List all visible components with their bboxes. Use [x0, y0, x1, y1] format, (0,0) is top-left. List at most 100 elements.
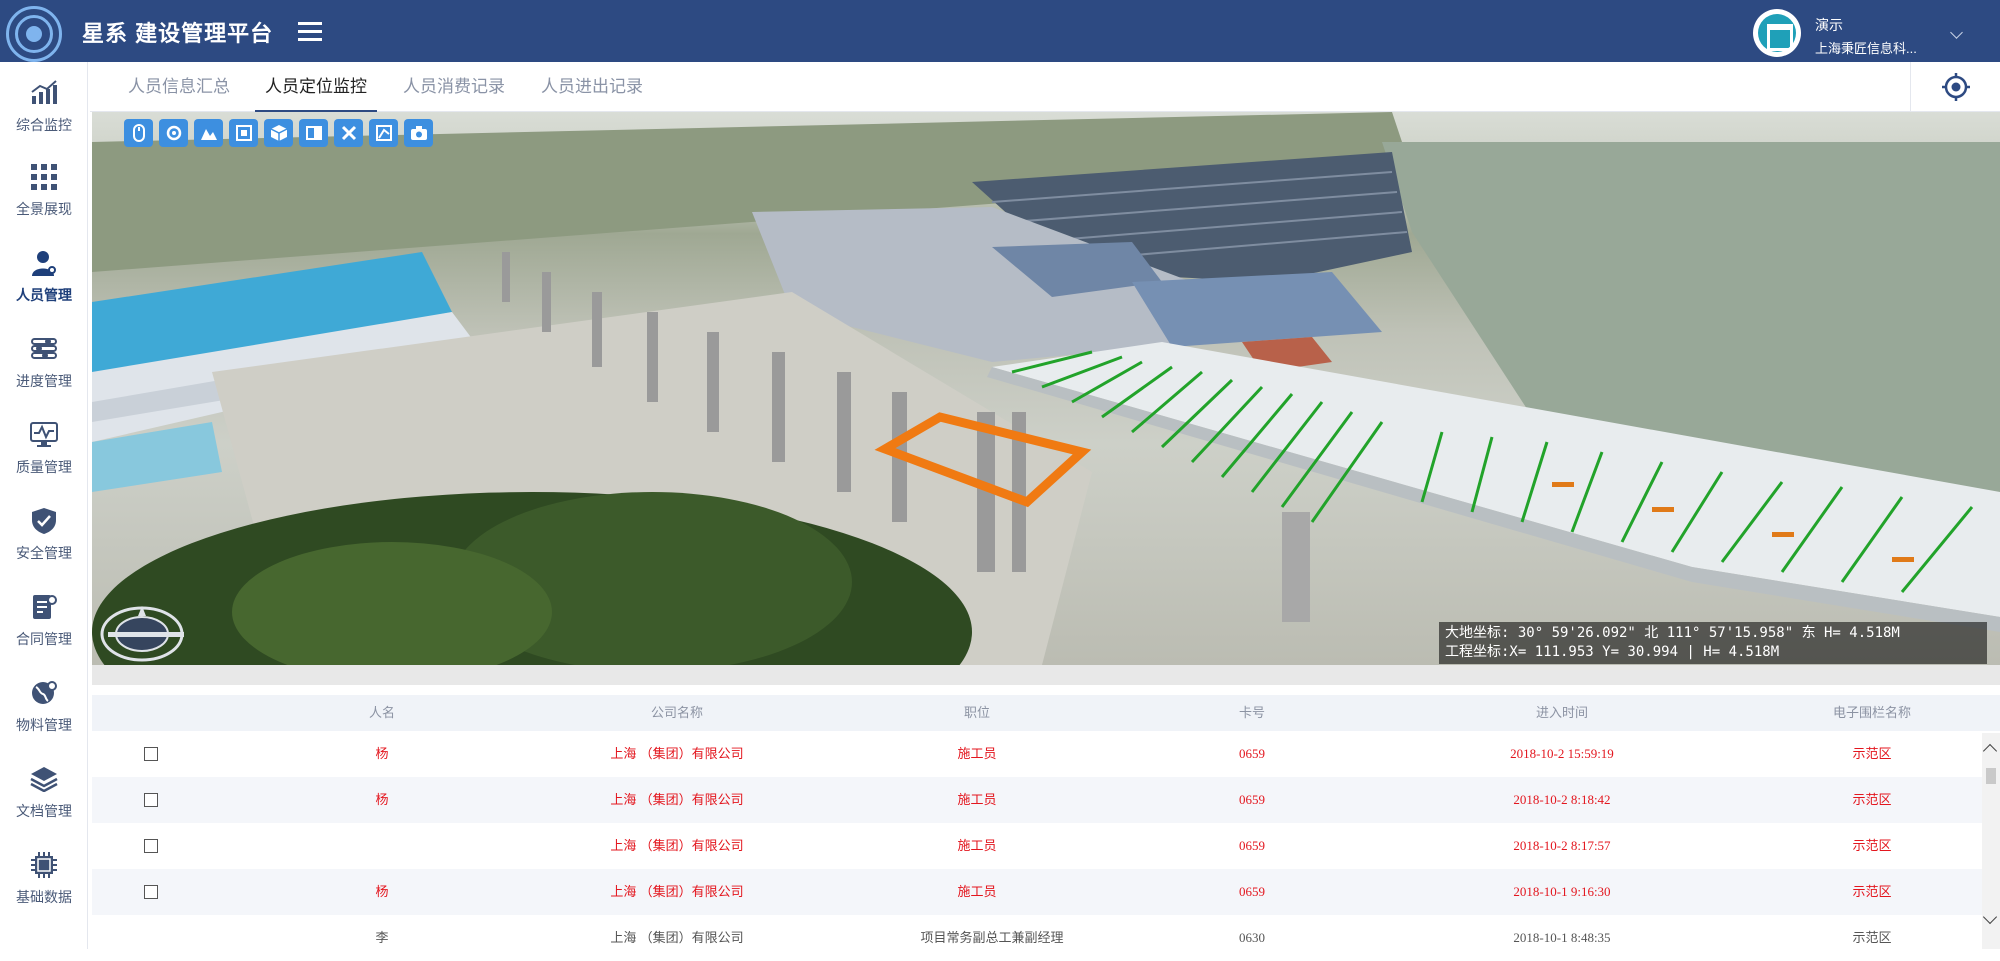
coordinate-readout: 大地坐标: 30° 59'26.092" 北 111° 57'15.958" 东… [1439, 622, 1987, 664]
tab-bar: 人员信息汇总 人员定位监控 人员消费记录 人员进出记录 [90, 62, 2000, 112]
shield-icon [29, 506, 59, 536]
sidebar-item-progress[interactable]: 进度管理 [0, 320, 88, 404]
cube-icon[interactable] [264, 119, 293, 147]
table-row[interactable]: 上海 （集团）有限公司 施工员 0659 2018-10-2 8:17:57 示… [92, 823, 1982, 869]
person-icon [29, 248, 59, 278]
tab-consumption-records[interactable]: 人员消费记录 [403, 62, 505, 112]
avatar[interactable] [1753, 9, 1801, 57]
cell-name: 杨 [375, 792, 389, 807]
column-header-company[interactable]: 公司名称 [592, 695, 762, 731]
viewport-toolbar [124, 119, 433, 147]
mouse-icon[interactable] [124, 119, 153, 147]
cell-position: 施工员 [957, 884, 997, 899]
menu-toggle-icon[interactable] [298, 22, 322, 42]
table-row[interactable]: 李 上海 （集团）有限公司 项目常务副总工兼副经理 0630 2018-10-1… [92, 915, 1982, 961]
user-name[interactable]: 演示 [1815, 15, 1843, 35]
panel-divider [92, 665, 2000, 685]
close-x-icon[interactable] [334, 119, 363, 147]
globe-icon [29, 678, 59, 708]
terrain-icon[interactable] [194, 119, 223, 147]
app-logo [6, 6, 62, 62]
cell-entry-time: 2018-10-2 8:18:42 [1513, 792, 1611, 807]
scroll-thumb[interactable] [1986, 768, 1996, 784]
map-3d-viewport[interactable]: 大地坐标: 30° 59'26.092" 北 111° 57'15.958" 东… [92, 112, 2000, 665]
column-header-position[interactable]: 职位 [902, 695, 1052, 731]
monitor-icon [29, 420, 59, 450]
column-header-fence[interactable]: 电子围栏名称 [1792, 695, 1952, 731]
measure-icon[interactable] [369, 119, 398, 147]
layers-icon [29, 764, 59, 794]
tab-personnel-summary[interactable]: 人员信息汇总 [128, 62, 230, 112]
cell-company: 上海 （集团）有限公司 [610, 930, 744, 945]
column-header-entry-time[interactable]: 进入时间 [1482, 695, 1642, 731]
document-icon [29, 592, 59, 622]
tab-access-records[interactable]: 人员进出记录 [541, 62, 643, 112]
cell-card: 0659 [1239, 884, 1265, 899]
table-row[interactable]: 杨 上海 （集团）有限公司 施工员 0659 2018-10-1 9:16:30… [92, 869, 1982, 915]
compass-icon[interactable] [98, 602, 194, 662]
sidebar: 综合监控 全景展现 人员管理 进度管理 质量管理 安全管理 合同管理 物料管理 … [0, 62, 88, 949]
cell-name: 李 [375, 930, 389, 945]
aerial-scene [92, 112, 2000, 665]
split-icon[interactable] [299, 119, 328, 147]
tab-location-monitor[interactable]: 人员定位监控 [255, 62, 377, 112]
cell-entry-time: 2018-10-1 9:16:30 [1513, 884, 1611, 899]
cell-card: 0659 [1239, 792, 1265, 807]
chart-icon [29, 78, 59, 108]
user-org[interactable]: 上海秉匠信息科... [1815, 38, 1917, 57]
cell-position: 施工员 [957, 838, 997, 853]
cell-fence: 示范区 [1852, 838, 1892, 853]
cell-fence: 示范区 [1852, 930, 1892, 945]
row-checkbox[interactable] [144, 793, 158, 807]
cell-fence: 示范区 [1852, 746, 1892, 761]
cell-position: 施工员 [957, 792, 997, 807]
sidebar-item-panorama[interactable]: 全景展现 [0, 148, 88, 232]
chip-icon [29, 850, 59, 880]
cell-entry-time: 2018-10-2 15:59:19 [1510, 746, 1614, 761]
cell-card: 0659 [1239, 746, 1265, 761]
geo-coordinates: 大地坐标: 30° 59'26.092" 北 111° 57'15.958" 东… [1445, 625, 1900, 641]
target-icon [1941, 73, 1970, 101]
cell-company: 上海 （集团）有限公司 [610, 884, 744, 899]
cell-card: 0659 [1239, 838, 1265, 853]
cell-name: 杨 [375, 746, 389, 761]
top-bar: 星系 建设管理平台 演示 上海秉匠信息科... [0, 0, 2000, 62]
cell-company: 上海 （集团）有限公司 [610, 838, 744, 853]
cell-position: 项目常务副总工兼副经理 [920, 930, 1064, 945]
sidebar-item-personnel[interactable]: 人员管理 [0, 234, 88, 318]
cell-entry-time: 2018-10-1 8:48:35 [1513, 930, 1611, 945]
table-header: 人名 公司名称 职位 卡号 进入时间 电子围栏名称 [92, 695, 2000, 731]
sidebar-item-documents[interactable]: 文档管理 [0, 750, 88, 834]
cell-company: 上海 （集团）有限公司 [610, 792, 744, 807]
rotate-icon[interactable] [159, 119, 188, 147]
cell-fence: 示范区 [1852, 884, 1892, 899]
sidebar-item-contract[interactable]: 合同管理 [0, 578, 88, 662]
cell-position: 施工员 [957, 746, 997, 761]
table-row[interactable]: 杨 上海 （集团）有限公司 施工员 0659 2018-10-2 8:18:42… [92, 777, 1982, 823]
sidebar-item-safety[interactable]: 安全管理 [0, 492, 88, 576]
cell-company: 上海 （集团）有限公司 [610, 746, 744, 761]
camera-icon[interactable] [404, 119, 433, 147]
cell-name [312, 823, 452, 869]
engineering-coordinates: 工程坐标:X= 111.953 Y= 30.994 | H= 4.518M [1445, 644, 1780, 660]
row-checkbox[interactable] [144, 839, 158, 853]
row-checkbox[interactable] [144, 747, 158, 761]
sidebar-item-overview[interactable]: 综合监控 [0, 64, 88, 148]
sidebar-item-quality[interactable]: 质量管理 [0, 406, 88, 490]
chevron-down-icon[interactable] [1950, 26, 1963, 39]
locate-button[interactable] [1910, 62, 2000, 112]
column-header-card[interactable]: 卡号 [1192, 695, 1312, 731]
table-row[interactable]: 杨 上海 （集团）有限公司 施工员 0659 2018-10-2 15:59:1… [92, 731, 1982, 777]
cell-fence: 示范区 [1852, 792, 1892, 807]
cell-entry-time: 2018-10-2 8:17:57 [1513, 838, 1611, 853]
frame-icon[interactable] [229, 119, 258, 147]
column-header-name[interactable]: 人名 [312, 695, 452, 731]
grid-icon [29, 162, 59, 192]
cell-card: 0630 [1239, 930, 1265, 945]
cell-name: 杨 [375, 884, 389, 899]
app-title: 星系 建设管理平台 [82, 21, 274, 46]
sliders-icon [29, 334, 59, 364]
row-checkbox[interactable] [144, 885, 158, 899]
sidebar-item-material[interactable]: 物料管理 [0, 664, 88, 748]
sidebar-item-base-data[interactable]: 基础数据 [0, 836, 88, 920]
